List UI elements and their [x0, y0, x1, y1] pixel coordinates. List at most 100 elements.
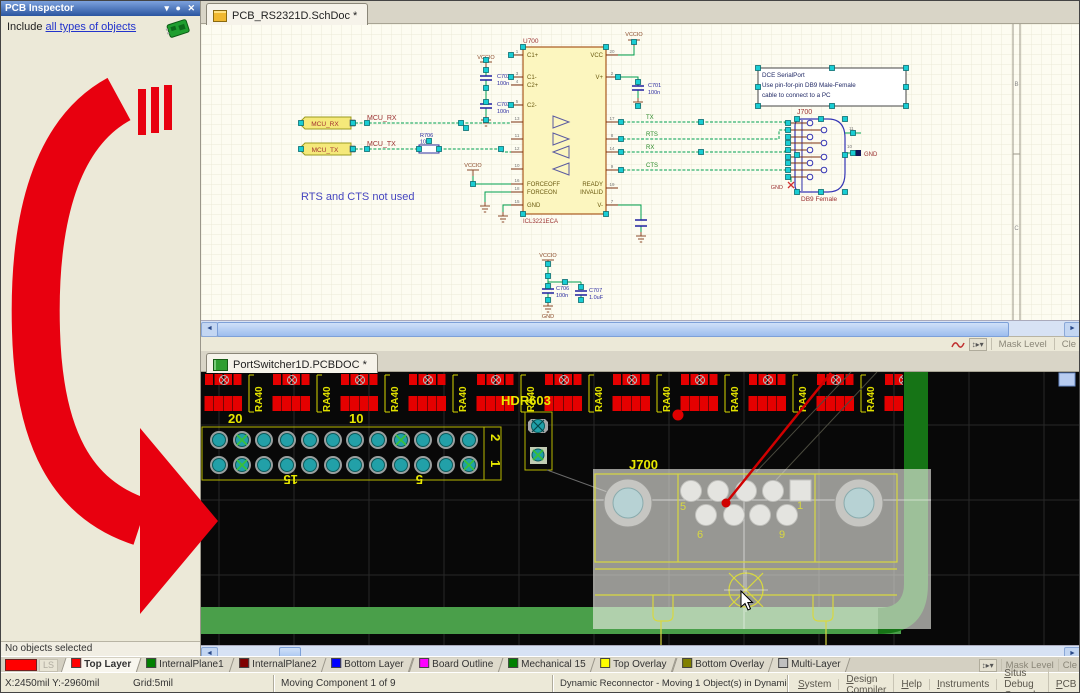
- svg-text:C706: C706: [556, 286, 569, 292]
- scroll-right-icon[interactable]: ►: [1064, 322, 1080, 337]
- svg-text:FORCEOFF: FORCEOFF: [527, 182, 560, 188]
- dsub-footprint-moving[interactable]: 5 1 6 9: [593, 469, 931, 645]
- scroll-thumb[interactable]: [217, 322, 1009, 337]
- ratsnest-dot: [673, 410, 684, 421]
- layer-set-button[interactable]: LS: [39, 659, 58, 672]
- ratsnest-endpoint: [722, 499, 731, 508]
- cursor-coordinates: X:2450mil Y:-2960mil: [5, 678, 99, 689]
- svg-text:DCE SerialPort: DCE SerialPort: [762, 72, 805, 79]
- mode-message: Dynamic Reconnector - Moving 1 Object(s)…: [560, 678, 788, 689]
- db9-designator: J700: [797, 109, 812, 116]
- layer-tab-mechanical-15[interactable]: Mechanical 15: [497, 658, 595, 673]
- svg-text:C707: C707: [589, 288, 602, 294]
- svg-text:V-: V-: [597, 203, 603, 209]
- help-button[interactable]: Help: [894, 679, 930, 690]
- svg-text:VCCIO: VCCIO: [625, 32, 643, 38]
- svg-text:100n: 100n: [497, 81, 509, 87]
- grid-setting: Grid:5mil: [133, 678, 173, 689]
- scroll-widget[interactable]: [1059, 373, 1075, 386]
- mask-level-button[interactable]: Mask Level: [996, 339, 1050, 350]
- svg-text:100n: 100n: [648, 90, 660, 96]
- panel-close-icon[interactable]: ✕: [187, 3, 197, 13]
- svg-text:12: 12: [514, 146, 520, 151]
- svg-text:5: 5: [416, 472, 423, 487]
- svg-text:9: 9: [779, 529, 785, 541]
- system-button[interactable]: System: [791, 679, 839, 690]
- layer-tab-board-outline[interactable]: Board Outline: [408, 658, 503, 673]
- svg-text:16: 16: [514, 178, 520, 183]
- sort-filter-icon[interactable]: ↕▸▾: [969, 338, 987, 351]
- layer-tab-bottom-layer[interactable]: Bottom Layer: [321, 658, 414, 673]
- status-message: Moving Component 1 of 9: [281, 678, 396, 689]
- layer-tab-internalplane2[interactable]: InternalPlane2: [228, 658, 326, 673]
- schematic-tab-bar: PCB_RS2321D.SchDoc *: [201, 1, 1080, 24]
- svg-text:1: 1: [797, 500, 803, 512]
- ic-designator: U700: [523, 38, 539, 45]
- application-window: PCB Inspector ▾ ● ✕ Include all types of…: [0, 0, 1080, 693]
- pcb-tab-bar: PortSwitcher1D.PCBDOC *: [201, 351, 1080, 372]
- design-compiler-button[interactable]: Design Compiler: [839, 674, 894, 693]
- pcb-inspector-panel: PCB Inspector ▾ ● ✕ Include all types of…: [1, 1, 201, 672]
- layer-color-icon: [239, 658, 249, 668]
- svg-text:19: 19: [609, 182, 615, 187]
- cross-probe-icon[interactable]: [951, 339, 965, 350]
- instruments-button[interactable]: Instruments: [930, 679, 997, 690]
- selection-status: No objects selected: [1, 641, 200, 657]
- sort-filter-icon[interactable]: ↕▸▾: [979, 659, 997, 672]
- svg-text:RX: RX: [646, 145, 654, 151]
- svg-text:100n: 100n: [497, 109, 509, 115]
- schematic-mask-bar: ↕▸▾ Mask Level Cle: [201, 336, 1080, 351]
- svg-text:VCC: VCC: [590, 53, 603, 59]
- ic-part-number: ICL3221ECA: [523, 219, 558, 225]
- layer-tab-top-overlay[interactable]: Top Overlay: [590, 658, 677, 673]
- port-mcu-rx[interactable]: MCU_RX: [299, 117, 355, 129]
- layer-tab-internalplane1[interactable]: InternalPlane1: [136, 658, 234, 673]
- svg-text:6: 6: [697, 529, 703, 541]
- layer-tab-bar: LS Top Layer InternalPlane1 InternalPlan…: [1, 656, 1079, 673]
- include-objects-link[interactable]: all types of objects: [46, 21, 137, 33]
- pcb-tab-title: PortSwitcher1D.PCBDOC *: [233, 359, 367, 371]
- svg-text:GND: GND: [864, 152, 878, 158]
- hdr603-designator: HDR603: [501, 393, 551, 408]
- clear-button[interactable]: Cle: [1063, 660, 1077, 671]
- panel-pin-icon[interactable]: ●: [176, 3, 183, 13]
- svg-text:20: 20: [228, 411, 242, 426]
- svg-text:10: 10: [847, 144, 853, 149]
- svg-text:5: 5: [680, 501, 686, 513]
- design-note[interactable]: DCE SerialPort Use pin-for-pin DB9 Male-…: [758, 68, 906, 106]
- port-mcu-tx[interactable]: MCU_TX: [299, 143, 355, 155]
- layer-color-icon: [419, 658, 429, 668]
- svg-text:cable to connect to a PC: cable to connect to a PC: [762, 92, 831, 99]
- svg-text:15: 15: [514, 199, 520, 204]
- panel-menu-icon[interactable]: ▾: [164, 3, 171, 13]
- svg-text:2: 2: [488, 434, 503, 441]
- pcb-doc-icon: [213, 359, 228, 371]
- rs232-transceiver-symbol[interactable]: U700 ICL3221ECA C1+ C1- C2+ C2- FORCEOFF…: [511, 38, 618, 225]
- svg-text:11: 11: [515, 133, 520, 138]
- net-label: MCU_TX: [367, 141, 396, 148]
- pcb-canvas[interactable]: RA40: [201, 372, 1080, 645]
- svg-text:100n: 100n: [556, 293, 568, 299]
- situs-debug-console-button[interactable]: Situs Debug Console: [997, 668, 1049, 693]
- svg-text:READY: READY: [582, 182, 603, 188]
- svg-text:10: 10: [349, 411, 363, 426]
- clear-button[interactable]: Cle: [1059, 339, 1079, 350]
- layer-tab-bottom-overlay[interactable]: Bottom Overlay: [671, 658, 774, 673]
- pcb-document-tab[interactable]: PortSwitcher1D.PCBDOC *: [206, 353, 378, 373]
- svg-text:15: 15: [284, 472, 298, 487]
- layer-tab-multi-layer[interactable]: Multi-Layer: [768, 658, 851, 673]
- panel-title-bar[interactable]: PCB Inspector ▾ ● ✕: [1, 1, 200, 16]
- svg-text:FORCEON: FORCEON: [527, 190, 557, 196]
- svg-text:GND: GND: [771, 185, 783, 191]
- schematic-hscrollbar[interactable]: ◄ ►: [201, 320, 1080, 336]
- scroll-left-icon[interactable]: ◄: [201, 322, 218, 337]
- pcb-button[interactable]: PCB: [1049, 679, 1080, 690]
- schematic-canvas[interactable]: B C U700 ICL3221ECA C1+ C1- C2+ C2- FORC…: [201, 24, 1080, 320]
- current-layer-swatch[interactable]: [5, 659, 37, 671]
- schematic-document-tab[interactable]: PCB_RS2321D.SchDoc *: [206, 3, 368, 25]
- svg-text:V+: V+: [595, 75, 603, 81]
- svg-text:Use pin-for-pin DB9 Male-Femal: Use pin-for-pin DB9 Male-Female: [762, 82, 856, 89]
- svg-text:20: 20: [609, 49, 615, 54]
- layer-color-icon: [146, 658, 156, 668]
- layer-tab-top-layer[interactable]: Top Layer: [61, 658, 142, 673]
